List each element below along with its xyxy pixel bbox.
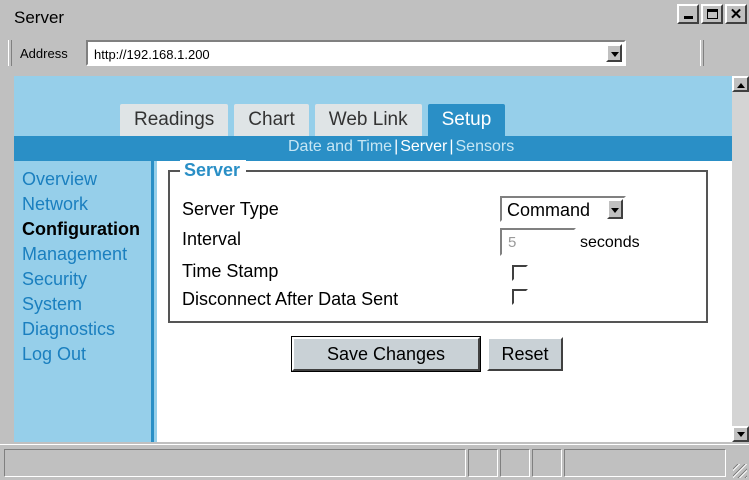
tab-chart[interactable]: Chart <box>234 104 309 136</box>
main-tabs: Readings Chart Web Link Setup <box>120 104 511 136</box>
server-type-value: Command <box>507 200 591 220</box>
interval-unit: seconds <box>580 234 640 251</box>
chevron-down-icon <box>611 208 619 213</box>
status-pane <box>532 449 562 477</box>
sidebar-item-network[interactable]: Network <box>22 194 88 215</box>
status-zone-pane <box>564 449 726 477</box>
time-stamp-label: Time Stamp <box>182 261 279 281</box>
window-title: Server <box>14 8 65 27</box>
save-changes-button[interactable]: Save Changes <box>291 336 481 372</box>
address-label: Address <box>20 46 68 61</box>
minimize-icon[interactable] <box>677 4 699 24</box>
subnav-sensors[interactable]: Sensors <box>456 138 515 156</box>
sidebar-item-log-out[interactable]: Log Out <box>22 344 86 365</box>
scroll-up-icon[interactable] <box>732 76 749 92</box>
subnav-separator: | <box>394 138 399 155</box>
address-input[interactable]: http://192.168.1.200 <box>86 40 626 66</box>
browser-window: Server ✕ Address http://192.168.1.200 Re… <box>0 0 749 480</box>
reset-button[interactable]: Reset <box>487 337 563 371</box>
page-viewport: Readings Chart Web Link Setup Date and T… <box>14 76 732 442</box>
tab-readings[interactable]: Readings <box>120 104 229 136</box>
sidebar-item-overview[interactable]: Overview <box>22 169 97 190</box>
server-type-select[interactable]: Command <box>500 196 626 222</box>
sub-navigation: Date and Time | Server | Sensors <box>14 136 732 161</box>
sidebar-item-diagnostics[interactable]: Diagnostics <box>22 319 115 340</box>
sidebar-item-system[interactable]: System <box>22 294 82 315</box>
toolbar-grip[interactable] <box>8 40 12 66</box>
server-type-dropdown-button[interactable] <box>607 199 623 219</box>
interval-input[interactable]: 5 <box>500 228 576 256</box>
title-bar: Server ✕ <box>0 0 749 34</box>
interval-label: Interval <box>182 229 242 249</box>
toolbar-grip[interactable] <box>700 40 704 66</box>
interval-value: 5 <box>508 234 517 251</box>
vertical-scrollbar[interactable] <box>732 76 749 442</box>
sidebar: Overview Network Configuration Managemen… <box>14 161 154 442</box>
tab-web-link[interactable]: Web Link <box>314 104 422 136</box>
subnav-separator: | <box>449 138 454 155</box>
resize-grip-icon[interactable] <box>733 464 747 478</box>
main-content: Server Server Type Command Interval 5 se… <box>157 160 732 442</box>
address-dropdown-button[interactable] <box>606 44 622 62</box>
maximize-icon[interactable] <box>701 4 723 24</box>
status-bar <box>0 444 749 480</box>
scroll-down-icon[interactable] <box>732 426 749 442</box>
time-stamp-checkbox[interactable] <box>512 265 528 281</box>
close-icon[interactable]: ✕ <box>725 4 747 24</box>
address-url: http://192.168.1.200 <box>94 47 210 62</box>
subnav-date-and-time[interactable]: Date and Time <box>288 138 392 156</box>
status-text-pane <box>4 449 466 477</box>
sidebar-item-management[interactable]: Management <box>22 244 127 265</box>
disconnect-after-data-sent-checkbox[interactable] <box>512 289 528 305</box>
sidebar-item-configuration[interactable]: Configuration <box>22 219 140 240</box>
window-controls: ✕ <box>675 4 747 24</box>
subnav-server[interactable]: Server <box>400 138 447 156</box>
disconnect-after-data-sent-label: Disconnect After Data Sent <box>182 289 399 309</box>
sidebar-item-security[interactable]: Security <box>22 269 87 290</box>
status-pane <box>468 449 498 477</box>
server-type-label: Server Type <box>182 199 279 219</box>
address-bar: Address http://192.168.1.200 <box>0 36 749 70</box>
tab-setup[interactable]: Setup <box>427 104 506 136</box>
fieldset-legend: Server <box>180 160 247 181</box>
server-fieldset: Server Server Type Command Interval 5 se… <box>168 160 708 323</box>
status-pane <box>500 449 530 477</box>
chevron-down-icon <box>611 52 619 57</box>
